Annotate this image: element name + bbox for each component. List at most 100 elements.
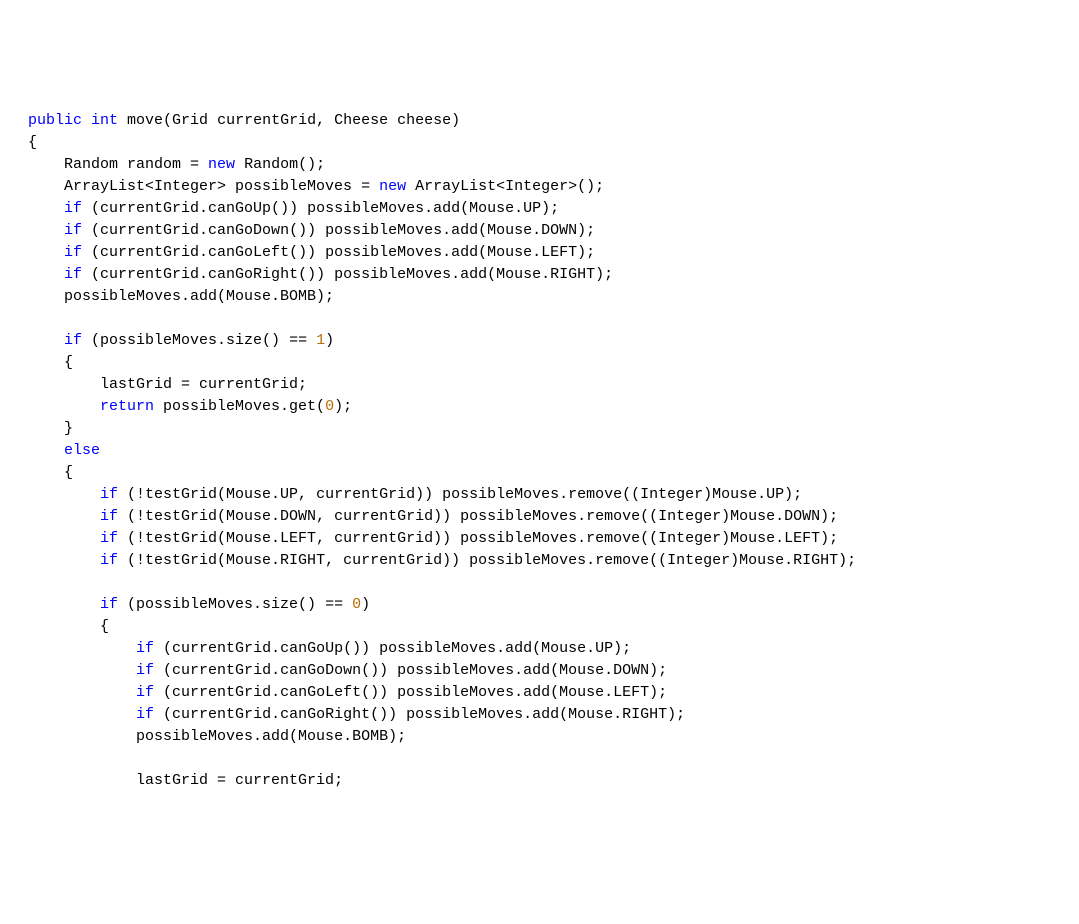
text-token: ) bbox=[361, 596, 370, 613]
text-token: (currentGrid.canGoLeft()) possibleMoves.… bbox=[82, 244, 595, 261]
indent bbox=[28, 310, 64, 327]
code-line: if (!testGrid(Mouse.LEFT, currentGrid)) … bbox=[28, 528, 1051, 550]
code-line: if (currentGrid.canGoUp()) possibleMoves… bbox=[28, 198, 1051, 220]
text-token: (!testGrid(Mouse.DOWN, currentGrid)) pos… bbox=[118, 508, 838, 525]
code-line: return possibleMoves.get(0); bbox=[28, 396, 1051, 418]
text-token: ); bbox=[334, 398, 352, 415]
number-token: 1 bbox=[316, 332, 325, 349]
text-token: (currentGrid.canGoUp()) possibleMoves.ad… bbox=[82, 200, 559, 217]
text-token: (!testGrid(Mouse.RIGHT, currentGrid)) po… bbox=[118, 552, 856, 569]
code-line: lastGrid = currentGrid; bbox=[28, 770, 1051, 792]
keyword-token: if bbox=[64, 200, 82, 217]
keyword-token: if bbox=[64, 266, 82, 283]
text-token: (currentGrid.canGoLeft()) possibleMoves.… bbox=[154, 684, 667, 701]
keyword-token: new bbox=[379, 178, 406, 195]
text-token: possibleMoves.add(Mouse.BOMB); bbox=[136, 728, 406, 745]
code-line: if (possibleMoves.size() == 1) bbox=[28, 330, 1051, 352]
indent bbox=[28, 728, 136, 745]
code-line: lastGrid = currentGrid; bbox=[28, 374, 1051, 396]
code-line: if (!testGrid(Mouse.UP, currentGrid)) po… bbox=[28, 484, 1051, 506]
indent bbox=[28, 464, 64, 481]
keyword-token: if bbox=[64, 244, 82, 261]
text-token: lastGrid = currentGrid; bbox=[136, 772, 343, 789]
code-line: { bbox=[28, 616, 1051, 638]
code-line: else bbox=[28, 440, 1051, 462]
indent bbox=[28, 618, 100, 635]
keyword-token: public bbox=[28, 112, 82, 129]
code-line bbox=[28, 748, 1051, 770]
text-token bbox=[136, 750, 145, 767]
keyword-token: if bbox=[136, 684, 154, 701]
keyword-token: if bbox=[136, 706, 154, 723]
text-token: (possibleMoves.size() == bbox=[118, 596, 352, 613]
indent bbox=[28, 596, 100, 613]
code-line: if (currentGrid.canGoLeft()) possibleMov… bbox=[28, 242, 1051, 264]
text-token: (currentGrid.canGoDown()) possibleMoves.… bbox=[154, 662, 667, 679]
text-token: possibleMoves.get( bbox=[154, 398, 325, 415]
code-line: if (!testGrid(Mouse.DOWN, currentGrid)) … bbox=[28, 506, 1051, 528]
indent bbox=[28, 442, 64, 459]
indent bbox=[28, 750, 136, 767]
indent bbox=[28, 332, 64, 349]
keyword-token: if bbox=[100, 508, 118, 525]
text-token: (!testGrid(Mouse.UP, currentGrid)) possi… bbox=[118, 486, 802, 503]
indent bbox=[28, 772, 136, 789]
code-line: if (currentGrid.canGoRight()) possibleMo… bbox=[28, 704, 1051, 726]
indent bbox=[28, 486, 100, 503]
keyword-token: new bbox=[208, 156, 235, 173]
keyword-token: if bbox=[100, 596, 118, 613]
indent bbox=[28, 398, 100, 415]
code-block: public int move(Grid currentGrid, Cheese… bbox=[28, 110, 1051, 792]
indent bbox=[28, 156, 64, 173]
text-token: { bbox=[100, 618, 109, 635]
indent bbox=[28, 222, 64, 239]
keyword-token: else bbox=[64, 442, 100, 459]
indent bbox=[28, 530, 100, 547]
code-line: { bbox=[28, 352, 1051, 374]
code-line: ArrayList<Integer> possibleMoves = new A… bbox=[28, 176, 1051, 198]
indent bbox=[28, 684, 136, 701]
code-line: if (possibleMoves.size() == 0) bbox=[28, 594, 1051, 616]
code-line: possibleMoves.add(Mouse.BOMB); bbox=[28, 286, 1051, 308]
text-token: ArrayList<Integer>(); bbox=[406, 178, 604, 195]
indent bbox=[28, 574, 100, 591]
text-token: (currentGrid.canGoUp()) possibleMoves.ad… bbox=[154, 640, 631, 657]
text-token: (currentGrid.canGoRight()) possibleMoves… bbox=[154, 706, 685, 723]
code-line: if (currentGrid.canGoDown()) possibleMov… bbox=[28, 220, 1051, 242]
code-line: if (currentGrid.canGoUp()) possibleMoves… bbox=[28, 638, 1051, 660]
text-token: (!testGrid(Mouse.LEFT, currentGrid)) pos… bbox=[118, 530, 838, 547]
code-line: possibleMoves.add(Mouse.BOMB); bbox=[28, 726, 1051, 748]
code-line: public int move(Grid currentGrid, Cheese… bbox=[28, 110, 1051, 132]
text-token bbox=[64, 310, 73, 327]
code-line bbox=[28, 308, 1051, 330]
keyword-token: if bbox=[100, 486, 118, 503]
indent bbox=[28, 508, 100, 525]
text-token: Random random = bbox=[64, 156, 208, 173]
indent bbox=[28, 376, 100, 393]
keyword-token: if bbox=[64, 222, 82, 239]
text-token bbox=[100, 574, 109, 591]
text-token: { bbox=[64, 464, 73, 481]
text-token: lastGrid = currentGrid; bbox=[100, 376, 307, 393]
text-token: (currentGrid.canGoRight()) possibleMoves… bbox=[82, 266, 613, 283]
text-token: { bbox=[64, 354, 73, 371]
code-line: Random random = new Random(); bbox=[28, 154, 1051, 176]
indent bbox=[28, 200, 64, 217]
number-token: 0 bbox=[325, 398, 334, 415]
code-line: if (currentGrid.canGoDown()) possibleMov… bbox=[28, 660, 1051, 682]
indent bbox=[28, 552, 100, 569]
indent bbox=[28, 244, 64, 261]
indent bbox=[28, 706, 136, 723]
text-token: (possibleMoves.size() == bbox=[82, 332, 316, 349]
keyword-token: int bbox=[91, 112, 118, 129]
text-token: Random(); bbox=[235, 156, 325, 173]
code-line bbox=[28, 572, 1051, 594]
code-line: { bbox=[28, 462, 1051, 484]
code-line: if (currentGrid.canGoLeft()) possibleMov… bbox=[28, 682, 1051, 704]
text-token: (currentGrid.canGoDown()) possibleMoves.… bbox=[82, 222, 595, 239]
indent bbox=[28, 662, 136, 679]
indent bbox=[28, 288, 64, 305]
text-token: ) bbox=[325, 332, 334, 349]
indent bbox=[28, 640, 136, 657]
text-token bbox=[82, 112, 91, 129]
